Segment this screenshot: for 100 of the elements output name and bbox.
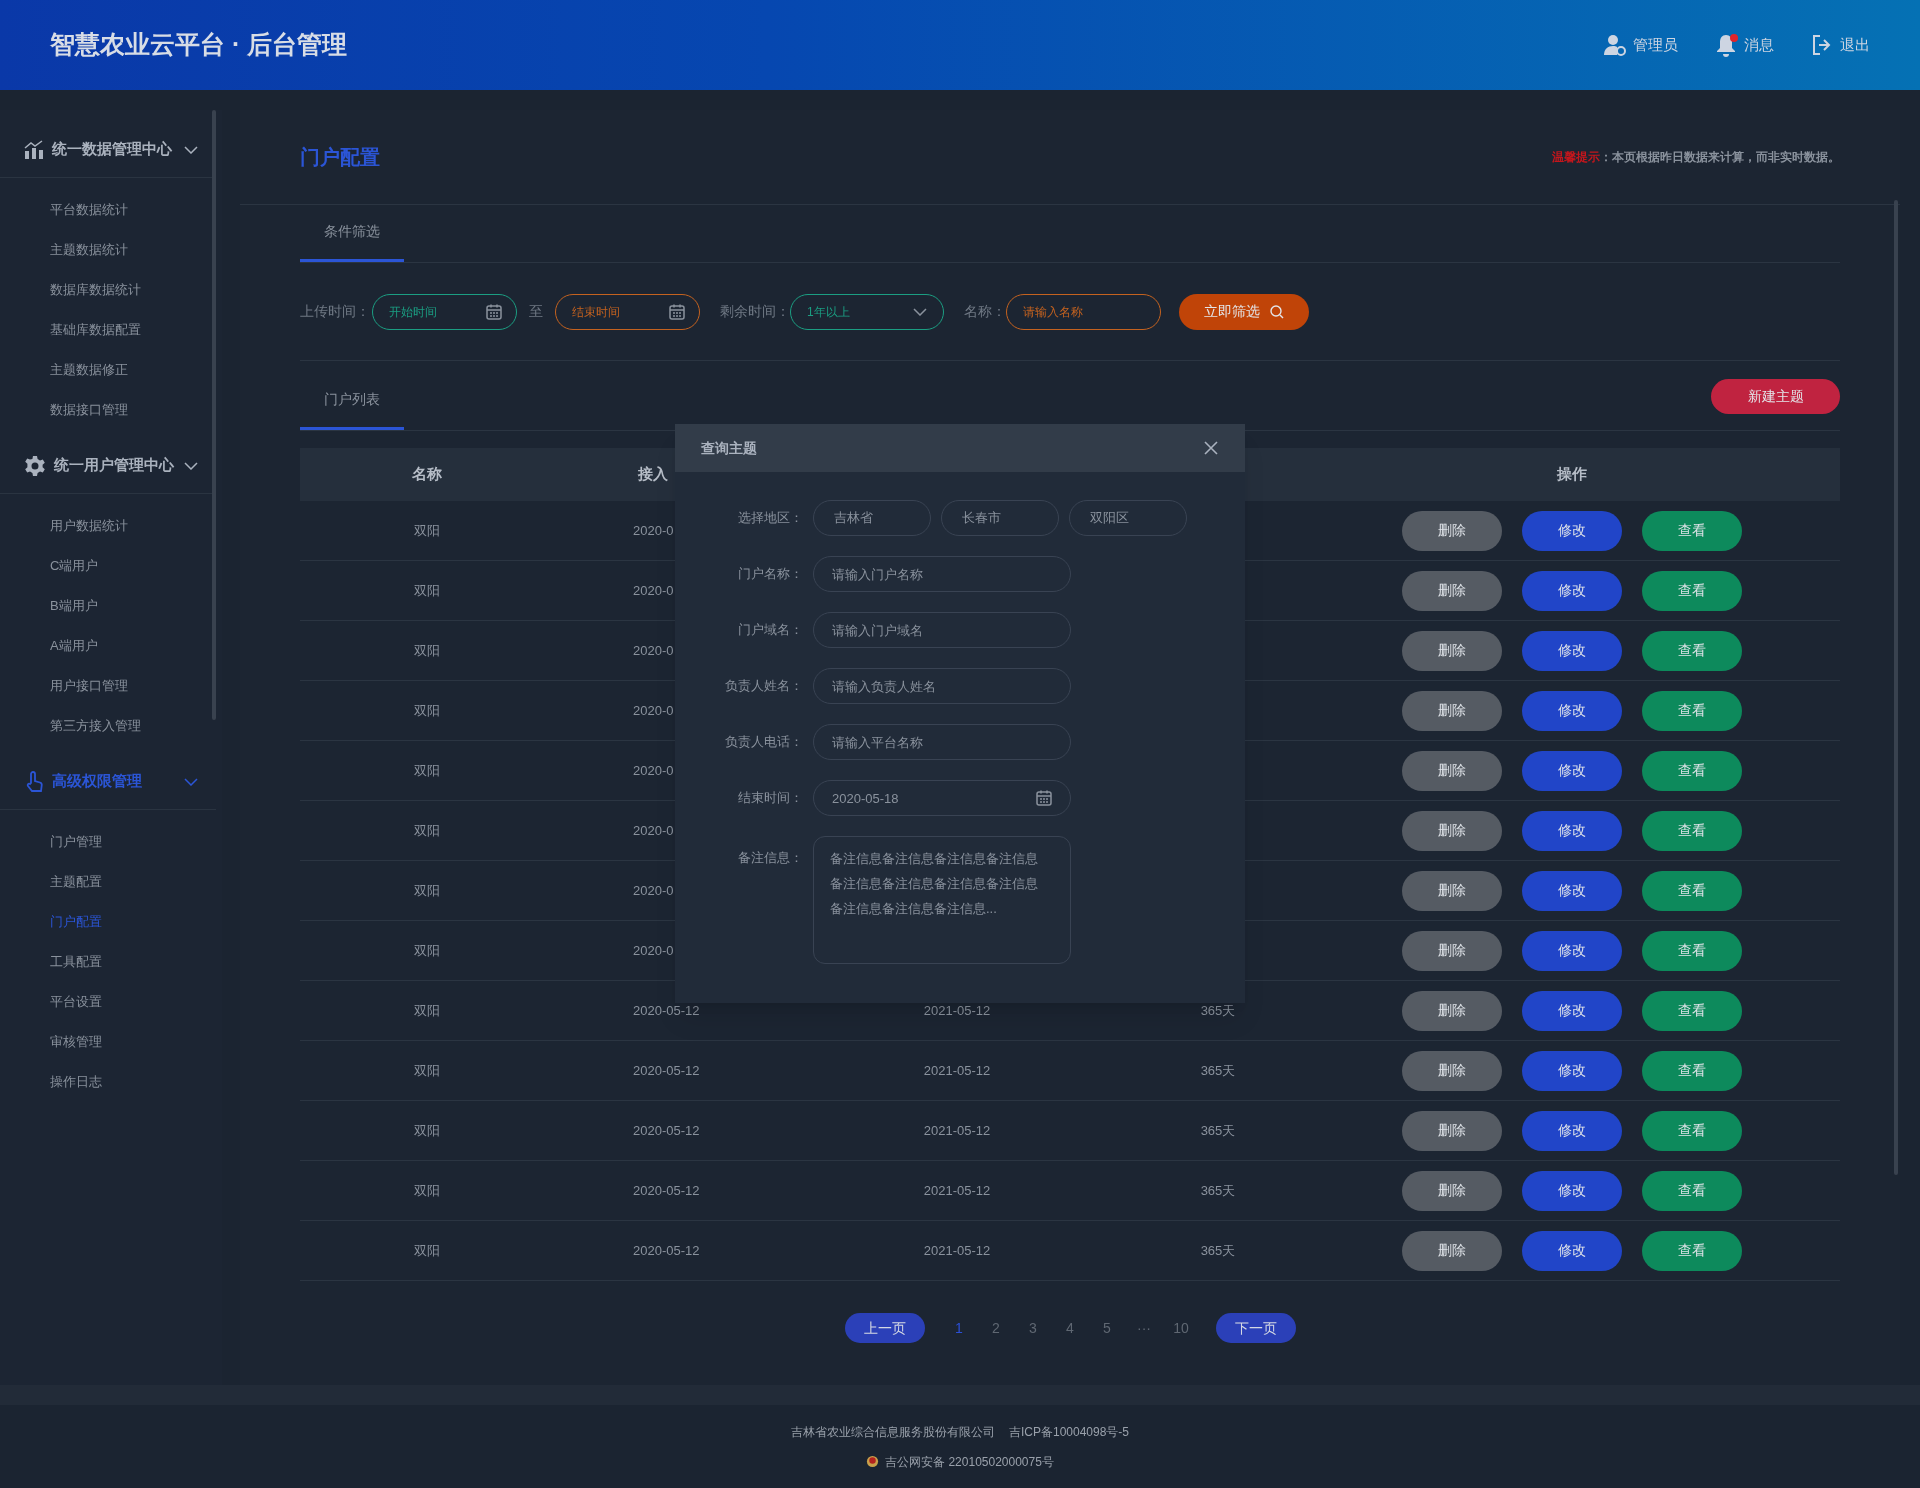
edit-button[interactable]: 修改 [1522, 990, 1622, 1031]
tab[interactable]: 门户列表 [300, 372, 404, 430]
input-field[interactable]: 请输入门户域名 [813, 612, 1071, 648]
delete-button[interactable]: 删除 [1402, 930, 1502, 971]
view-button[interactable]: 查看 [1642, 990, 1742, 1031]
sidebar-group[interactable]: 统一数据管理中心 [0, 122, 216, 178]
edit-button[interactable]: 修改 [1522, 570, 1622, 611]
view-button[interactable]: 查看 [1642, 1230, 1742, 1271]
view-button[interactable]: 查看 [1642, 1050, 1742, 1091]
delete-button[interactable]: 删除 [1402, 1230, 1502, 1271]
start-date-field[interactable]: 开始时间 [372, 293, 517, 330]
icp-link[interactable]: 吉ICP备10004098号-5 [1008, 1422, 1130, 1441]
delete-button[interactable]: 删除 [1402, 750, 1502, 791]
table-cell-text: 365天 [1200, 1121, 1236, 1140]
sidebar-item[interactable]: 工具配置 [0, 942, 102, 982]
edit-button[interactable]: 修改 [1522, 1110, 1622, 1151]
notes-field[interactable]: 备注信息备注信息备注信息备注信息备注信息备注信息备注信息备注信息备注信息备注信息备注信息... [813, 836, 1071, 964]
table-cell-text: 365天 [1200, 1241, 1236, 1260]
sidebar-item[interactable]: B端用户 [0, 586, 98, 626]
sidebar-item[interactable]: 主题数据统计 [0, 230, 128, 270]
table-cell-text: 双阳 [414, 941, 440, 960]
page-button[interactable]: 10 [1162, 1313, 1200, 1343]
delete-button[interactable]: 删除 [1402, 810, 1502, 851]
edit-button[interactable]: 修改 [1522, 690, 1622, 731]
delete-button[interactable]: 删除 [1402, 870, 1502, 911]
edit-button[interactable]: 修改 [1522, 870, 1622, 911]
delete-button[interactable]: 删除 [1402, 1170, 1502, 1211]
view-button[interactable]: 查看 [1642, 750, 1742, 791]
sidebar-item[interactable]: 用户数据统计 [0, 506, 128, 546]
sidebar-item[interactable]: C端用户 [0, 546, 99, 586]
page-button[interactable]: 5 [1088, 1313, 1126, 1343]
notice-label: 温馨提示 [1552, 149, 1600, 166]
table-cell-text: 双阳 [414, 881, 440, 900]
sidebar-item[interactable]: 平台数据统计 [0, 190, 128, 230]
edit-button[interactable]: 修改 [1522, 750, 1622, 791]
date-field[interactable]: 2020-05-18 [813, 780, 1071, 816]
sidebar-item[interactable]: 数据库数据统计 [0, 270, 141, 310]
delete-button[interactable]: 删除 [1402, 1050, 1502, 1091]
messages-button[interactable]: 消息 [1714, 33, 1774, 57]
view-button[interactable]: 查看 [1642, 810, 1742, 851]
sidebar-item[interactable]: 审核管理 [0, 1022, 102, 1062]
page-button[interactable]: 4 [1051, 1313, 1089, 1343]
field-label: 备注信息： [737, 849, 804, 867]
delete-button[interactable]: 删除 [1402, 630, 1502, 671]
view-button[interactable]: 查看 [1642, 1110, 1742, 1151]
police-record-link[interactable]: 吉公网安备 22010502000075号 [885, 1452, 1054, 1471]
sidebar-item[interactable]: 平台设置 [0, 982, 102, 1022]
edit-button[interactable]: 修改 [1522, 1050, 1622, 1091]
prev-page-button[interactable]: 上一页 [844, 1313, 925, 1343]
filter-label: 剩余时间： [720, 302, 790, 321]
input-field[interactable]: 请输入门户名称 [813, 556, 1071, 592]
sidebar-item[interactable]: 主题数据修正 [0, 350, 128, 390]
close-button[interactable] [1203, 440, 1219, 456]
name-field[interactable]: 请输入名称 [1006, 293, 1161, 330]
sidebar-item[interactable]: A端用户 [0, 626, 98, 666]
delete-button[interactable]: 删除 [1402, 690, 1502, 731]
sidebar-item[interactable]: 门户管理 [0, 822, 102, 862]
logout-button[interactable]: 退出 [1810, 33, 1870, 57]
filter-button[interactable]: 立即筛选 [1179, 293, 1309, 330]
edit-button[interactable]: 修改 [1522, 1170, 1622, 1211]
chevron-icon [913, 307, 927, 316]
view-button[interactable]: 查看 [1642, 570, 1742, 611]
sidebar-item[interactable]: 第三方接入管理 [0, 706, 141, 746]
sidebar-item[interactable]: 操作日志 [0, 1062, 102, 1102]
end-date-field[interactable]: 结束时间 [555, 293, 700, 330]
page-button[interactable]: 3 [1014, 1313, 1052, 1343]
sidebar-group[interactable]: 统一用户管理中心 [0, 438, 216, 494]
table-cell-text: 双阳 [414, 581, 440, 600]
view-button[interactable]: 查看 [1642, 690, 1742, 731]
edit-button[interactable]: 修改 [1522, 810, 1622, 851]
next-page-button[interactable]: 下一页 [1215, 1313, 1296, 1343]
edit-button[interactable]: 修改 [1522, 1230, 1622, 1271]
field-label: 结束时间： [737, 789, 804, 808]
tab[interactable]: 条件筛选 [300, 204, 404, 262]
new-topic-button[interactable]: 新建主题 [1711, 379, 1840, 414]
sidebar-item[interactable]: 基础库数据配置 [0, 310, 141, 350]
view-button[interactable]: 查看 [1642, 510, 1742, 551]
delete-button[interactable]: 删除 [1402, 1110, 1502, 1151]
input-field[interactable]: 请输入负责人姓名 [813, 668, 1071, 704]
sidebar-item[interactable]: 用户接口管理 [0, 666, 128, 706]
input-field[interactable]: 请输入平台名称 [813, 724, 1071, 760]
user-gear-icon [1603, 33, 1627, 57]
edit-button[interactable]: 修改 [1522, 930, 1622, 971]
modal-title: 查询主题 [701, 438, 757, 458]
sidebar-item[interactable]: 主题配置 [0, 862, 102, 902]
sidebar-item[interactable]: 数据接口管理 [0, 390, 128, 430]
edit-button[interactable]: 修改 [1522, 510, 1622, 551]
page-button[interactable]: ··· [1125, 1313, 1163, 1343]
admin-button[interactable]: 管理员 [1603, 33, 1678, 57]
page-button[interactable]: 2 [977, 1313, 1015, 1343]
delete-button[interactable]: 删除 [1402, 510, 1502, 551]
view-button[interactable]: 查看 [1642, 930, 1742, 971]
view-button[interactable]: 查看 [1642, 1170, 1742, 1211]
view-button[interactable]: 查看 [1642, 630, 1742, 671]
view-button[interactable]: 查看 [1642, 870, 1742, 911]
calendar-icon [1035, 789, 1053, 807]
delete-button[interactable]: 删除 [1402, 570, 1502, 611]
chevron-icon [184, 777, 198, 786]
edit-button[interactable]: 修改 [1522, 630, 1622, 671]
delete-button[interactable]: 删除 [1402, 990, 1502, 1031]
